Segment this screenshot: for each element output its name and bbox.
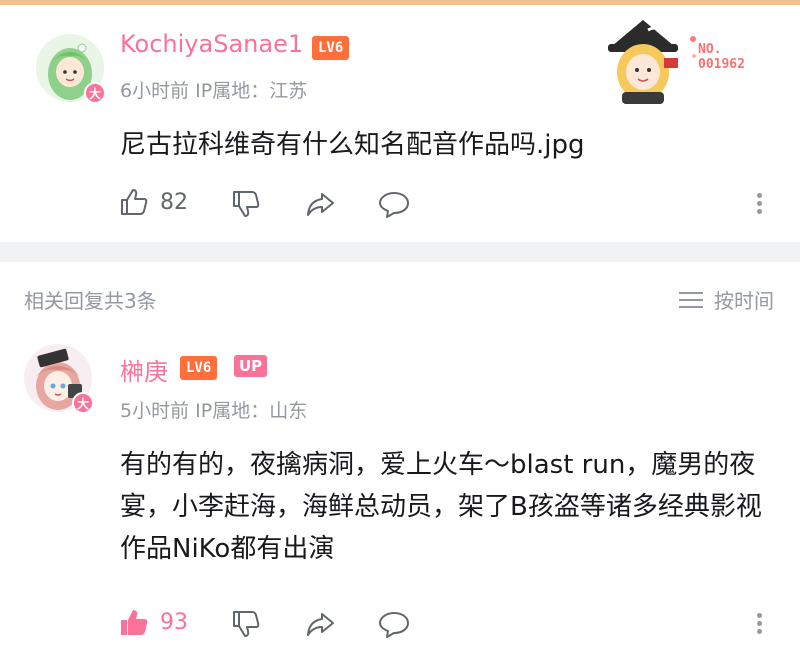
like-button[interactable]: 93	[118, 606, 188, 638]
comment-icon	[379, 612, 409, 638]
sort-label: 按时间	[714, 289, 774, 313]
username[interactable]: 榊庚	[120, 352, 168, 387]
dislike-button[interactable]	[230, 608, 262, 640]
level-badge: LV6	[312, 36, 350, 60]
share-button[interactable]	[304, 188, 336, 220]
vip-badge: 大	[84, 82, 106, 104]
reply-content: 有的有的，夜擒病洞，爱上火车～blast run，魔男的夜宴，小李赶海，海鲜总动…	[120, 450, 762, 564]
section-divider	[0, 242, 800, 262]
decoration-sticker-image	[608, 20, 678, 104]
share-icon	[307, 613, 334, 636]
avatar-reply-user[interactable]: 大	[24, 344, 94, 414]
sticker-number-value: 001962	[698, 57, 745, 72]
thumb-up-icon	[121, 189, 148, 215]
comment-content: 尼古拉科维奇有什么知名配音作品吗.jpg	[120, 130, 585, 160]
decoration-dot	[690, 36, 696, 42]
dislike-button[interactable]	[230, 188, 262, 220]
share-icon	[307, 193, 334, 216]
more-icon[interactable]	[757, 190, 763, 217]
avatar-kochiyasanae1[interactable]: 大	[36, 34, 106, 104]
sort-icon	[679, 291, 703, 308]
reply-button[interactable]	[378, 188, 410, 220]
sticker-number-label: NO.	[698, 42, 722, 57]
sticker-number: NO. 001962	[698, 42, 745, 72]
comment-meta: 5小时前 IP属地：山东	[120, 400, 308, 422]
thumb-down-icon	[233, 611, 260, 637]
top-accent-bar	[0, 0, 800, 5]
vip-badge: 大	[72, 392, 94, 414]
level-badge: LV6	[180, 356, 218, 380]
thumb-down-icon	[233, 191, 260, 217]
more-icon[interactable]	[757, 610, 763, 637]
comment-meta: 6小时前 IP属地：江苏	[120, 80, 308, 102]
decoration-dot	[692, 54, 696, 58]
like-count: 93	[160, 609, 188, 635]
replies-count-label: 相关回复共3条	[24, 289, 157, 313]
sort-button[interactable]: 按时间	[678, 285, 774, 314]
thumb-up-icon	[121, 610, 148, 635]
like-button[interactable]: 82	[118, 186, 188, 218]
like-count: 82	[160, 189, 188, 215]
reply-button[interactable]	[378, 608, 410, 640]
share-button[interactable]	[304, 608, 336, 640]
comment-icon	[379, 192, 409, 218]
uploader-badge: UP	[234, 355, 268, 377]
username[interactable]: KochiyaSanae1	[120, 30, 303, 58]
